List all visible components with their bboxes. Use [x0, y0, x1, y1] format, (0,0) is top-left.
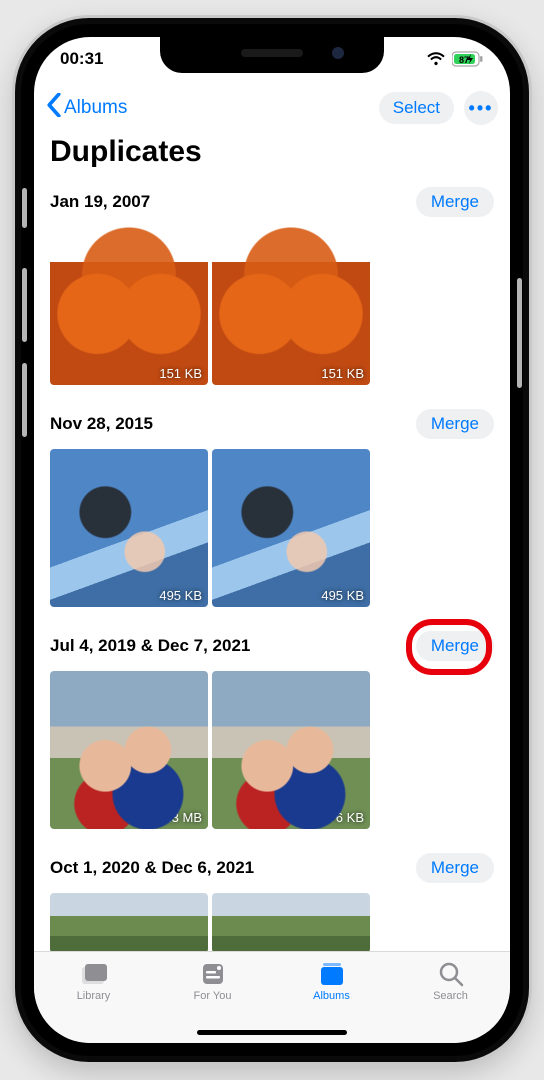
silent-switch	[22, 188, 27, 228]
nav-bar: Albums Select •••	[34, 83, 510, 133]
status-bar: 00:31 87	[34, 37, 510, 81]
back-button[interactable]: Albums	[46, 93, 127, 123]
group-date: Jan 19, 2007	[50, 192, 150, 212]
page-title: Duplicates	[50, 135, 202, 169]
tab-library[interactable]: Library	[34, 960, 153, 1043]
select-button[interactable]: Select	[379, 92, 454, 124]
tab-label: Search	[433, 990, 468, 1002]
merge-button[interactable]: Merge	[416, 187, 494, 217]
photo-thumbnail[interactable]: 76 KB	[212, 671, 370, 829]
back-label: Albums	[64, 97, 127, 119]
file-size: 151 KB	[321, 366, 364, 381]
photo-thumbnail[interactable]: 495 KB	[212, 449, 370, 607]
screen: 00:31 87	[34, 37, 510, 1043]
photo-thumbnail[interactable]: 2.3 MB	[50, 671, 208, 829]
volume-down-button	[22, 363, 27, 437]
duplicate-group: Jan 19, 2007 Merge 151 KB 151 KB	[34, 185, 510, 407]
tab-search[interactable]: Search	[391, 960, 510, 1043]
status-time: 00:31	[60, 49, 103, 69]
tab-label: Albums	[313, 990, 350, 1002]
merge-button[interactable]: Merge	[416, 631, 494, 661]
duplicate-group: Jul 4, 2019 & Dec 7, 2021 Merge 2.3 MB 76 K…	[34, 629, 510, 851]
duplicates-list[interactable]: Jan 19, 2007 Merge 151 KB 151 KB Nov 28, 201…	[34, 185, 510, 951]
tab-label: For You	[194, 990, 232, 1002]
tab-label: Library	[77, 990, 111, 1002]
group-date: Jul 4, 2019 & Dec 7, 2021	[50, 636, 250, 656]
duplicate-group: Nov 28, 2015 Merge 495 KB 495 KB	[34, 407, 510, 629]
photo-thumbnail[interactable]: 151 KB	[50, 227, 208, 385]
wifi-icon	[426, 52, 446, 66]
chevron-left-icon	[46, 93, 62, 123]
group-date: Oct 1, 2020 & Dec 6, 2021	[50, 858, 254, 878]
photo-thumbnail[interactable]: 495 KB	[50, 449, 208, 607]
power-button	[517, 278, 522, 388]
file-size: 2.3 MB	[161, 810, 202, 825]
photo-thumbnail[interactable]	[212, 893, 370, 951]
photo-thumbnail[interactable]	[50, 893, 208, 951]
duplicate-group: Oct 1, 2020 & Dec 6, 2021 Merge	[34, 851, 510, 951]
battery-icon: 87	[452, 51, 484, 67]
file-size: 495 KB	[321, 588, 364, 603]
merge-button[interactable]: Merge	[416, 409, 494, 439]
file-size: 151 KB	[159, 366, 202, 381]
file-size: 76 KB	[329, 810, 364, 825]
volume-up-button	[22, 268, 27, 342]
more-button[interactable]: •••	[464, 91, 498, 125]
home-indicator[interactable]	[197, 1030, 347, 1035]
merge-button[interactable]: Merge	[416, 853, 494, 883]
group-date: Nov 28, 2015	[50, 414, 153, 434]
photo-thumbnail[interactable]: 151 KB	[212, 227, 370, 385]
tab-bar: Library For You Albums Search	[34, 951, 510, 1043]
file-size: 495 KB	[159, 588, 202, 603]
ellipsis-icon: •••	[469, 98, 494, 119]
